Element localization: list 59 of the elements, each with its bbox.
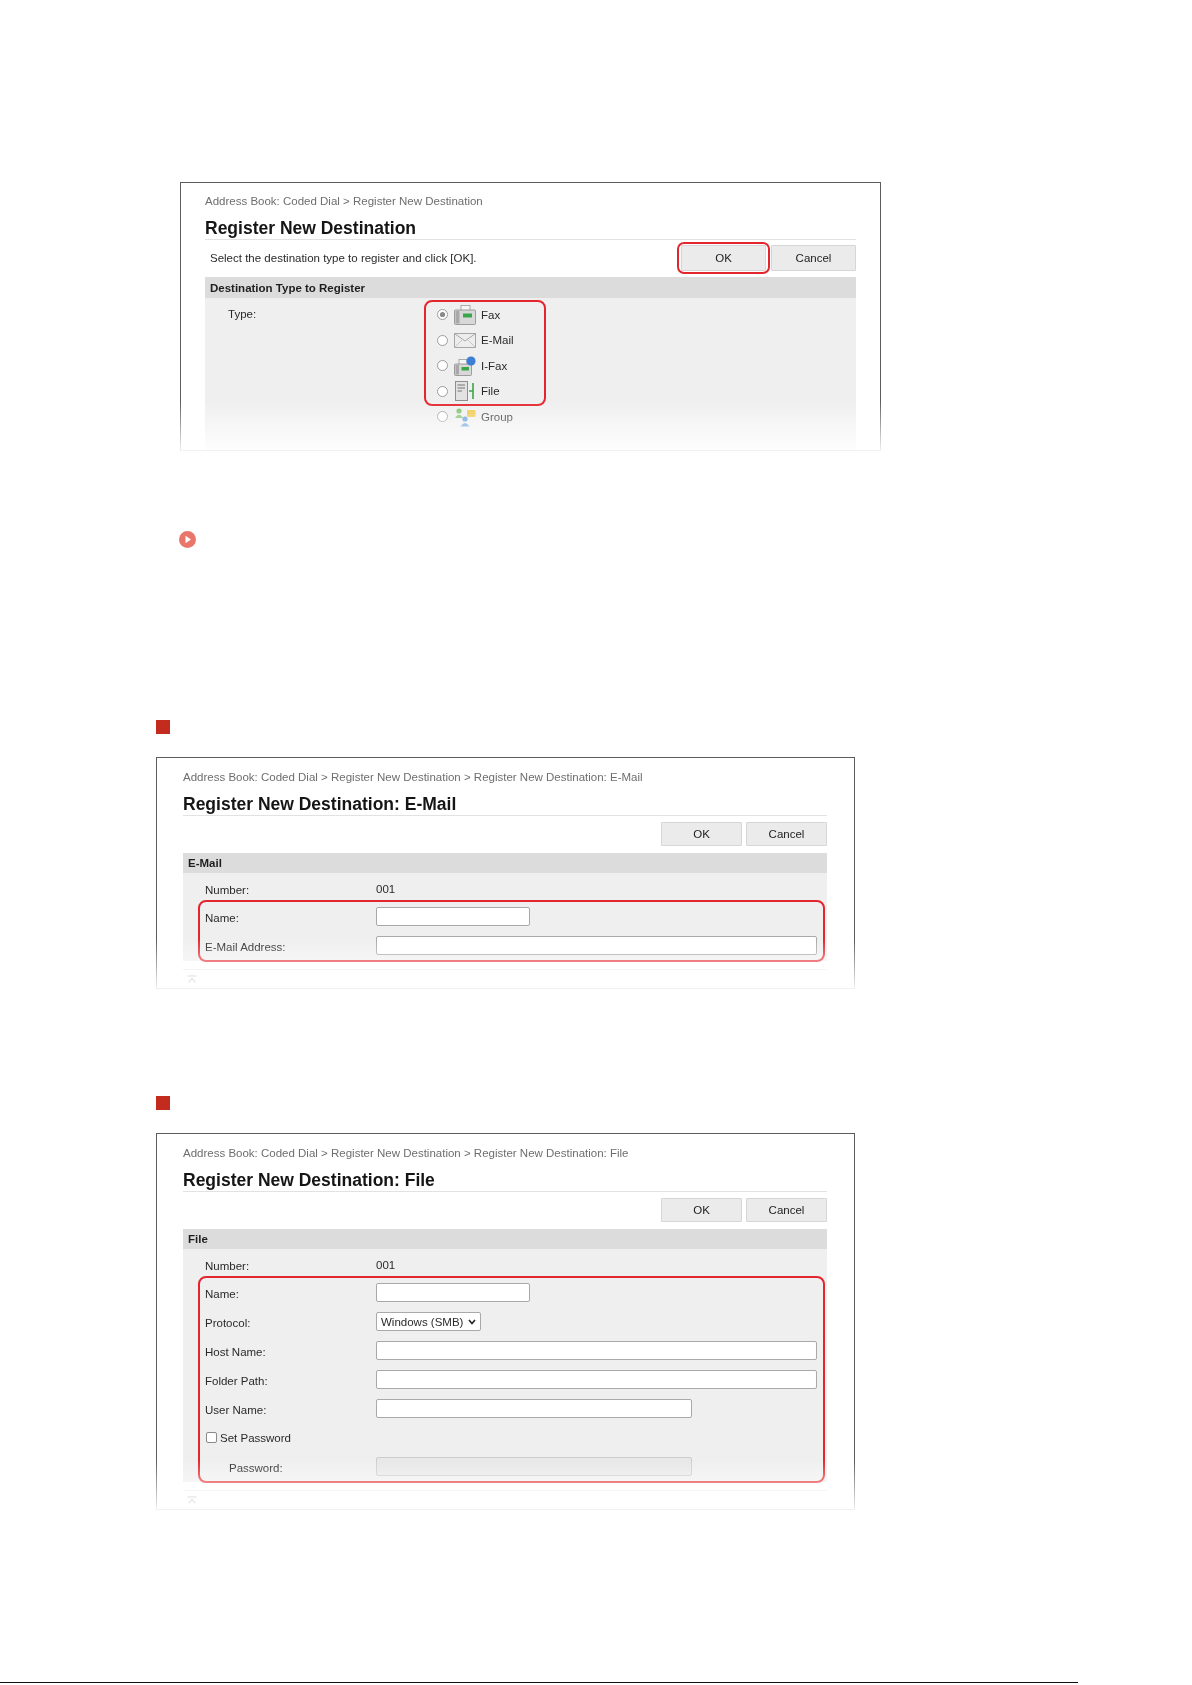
checkbox-label: Set Password [220, 1431, 291, 1444]
breadcrumb-text: Address Book: Coded Dial > Register New Destination > Register New Destination: File [183, 1146, 629, 1160]
radio-button[interactable] [437, 360, 448, 372]
dialog-title: Register New Destination: E-Mail [183, 794, 457, 815]
dialog-button[interactable]: Cancel [771, 245, 856, 271]
section-header: File [183, 1229, 827, 1249]
section-header: Destination Type to Register [205, 277, 856, 298]
chevron-down-icon [468, 1318, 477, 1325]
dialog-title: Register New Destination [205, 218, 417, 239]
square-bullet-icon [156, 720, 170, 734]
text-field[interactable] [376, 1341, 817, 1360]
option-label: File [481, 385, 500, 398]
breadcrumb-text: Address Book: Coded Dial > Register New Destination [205, 194, 483, 208]
field-label: Number: [205, 884, 250, 896]
envelope-icon [454, 330, 476, 351]
field-value: 001 [376, 883, 396, 895]
play-circle-icon [179, 531, 196, 548]
document-icon [454, 381, 476, 402]
dropdown-select[interactable]: Windows (SMB) [376, 1312, 482, 1331]
option-label: Fax [481, 308, 501, 321]
dialog-button[interactable]: OK [661, 822, 742, 846]
field-label: Host Name: [205, 1345, 266, 1358]
text-field[interactable] [376, 1399, 692, 1418]
field-label: Type: [228, 307, 257, 321]
option-label: E-Mail [481, 334, 514, 347]
field-label: Folder Path: [205, 1374, 268, 1387]
field-label: Password: [229, 1461, 283, 1474]
dialog-button[interactable]: Cancel [746, 822, 827, 846]
text-field[interactable] [376, 936, 817, 955]
top-arrow-icon[interactable] [187, 975, 197, 984]
text-field[interactable] [376, 1283, 530, 1302]
text-field[interactable] [376, 1370, 817, 1389]
radio-button[interactable] [437, 334, 448, 346]
instruction-text: Select the destination type to register and click [OK]. [209, 252, 477, 264]
dialog-button[interactable]: OK [681, 245, 766, 271]
dialog-button[interactable]: OK [661, 1198, 742, 1222]
radio-button[interactable] [437, 411, 448, 423]
radio-button[interactable] [437, 385, 448, 397]
option-label: I-Fax [481, 359, 508, 372]
dialog-title: Register New Destination: File [183, 1170, 435, 1191]
checkbox[interactable] [206, 1432, 217, 1443]
top-arrow-icon[interactable] [187, 1496, 197, 1505]
fax-machine-icon [454, 304, 476, 325]
radio-button[interactable] [437, 309, 448, 321]
field-label: Number: [205, 1260, 250, 1272]
field-label: User Name: [205, 1403, 267, 1416]
section-header: E-Mail [183, 853, 827, 873]
breadcrumb-text: Address Book: Coded Dial > Register New Destination > Register New Destination: E-Mail [183, 770, 643, 784]
field-label: Protocol: [205, 1316, 251, 1329]
fax-globe-icon [454, 355, 476, 376]
people-icon [454, 406, 476, 427]
field-value: 001 [376, 1259, 396, 1271]
square-bullet-icon [156, 1096, 170, 1110]
option-label: Group [481, 410, 513, 423]
dialog-button[interactable]: Cancel [746, 1198, 827, 1222]
text-field[interactable] [376, 907, 530, 926]
field-label: Name: [205, 911, 239, 924]
field-label: Name: [205, 1287, 239, 1300]
field-label: E-Mail Address: [205, 940, 286, 953]
